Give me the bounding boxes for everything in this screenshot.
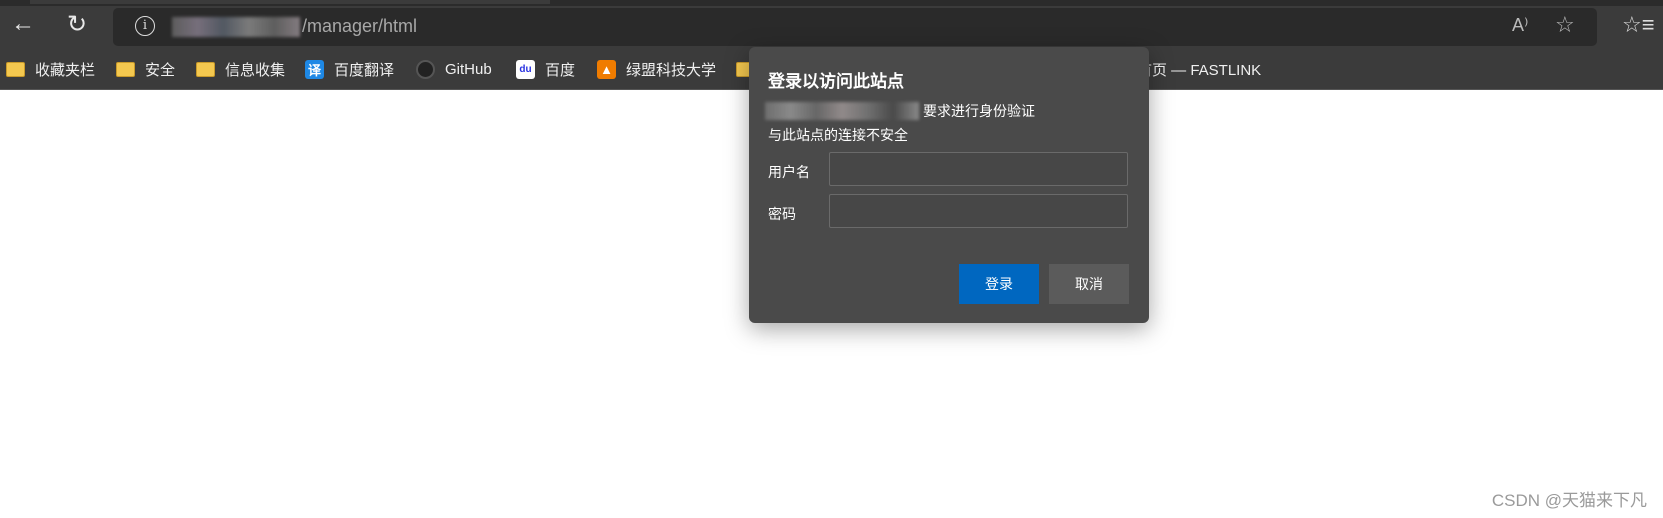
star-plus-icon[interactable]: ☆ xyxy=(1555,12,1575,38)
url-host-redacted xyxy=(172,17,300,37)
bookmark-label: 百度 xyxy=(545,61,576,79)
baidu-icon: du xyxy=(516,59,535,79)
username-input[interactable] xyxy=(829,152,1128,186)
bookmark-label: 绿盟科技大学 xyxy=(626,61,717,79)
baidu-translate-icon: 译 xyxy=(305,59,324,79)
cancel-button[interactable]: 取消 xyxy=(1049,264,1129,304)
bookmark-label: 信息收集 xyxy=(225,61,286,79)
bookmark-label: 安全 xyxy=(145,61,176,79)
folder-icon xyxy=(196,61,215,77)
refresh-icon[interactable]: ↻ xyxy=(62,13,92,37)
bookmark-label: 首页 — FASTLINK xyxy=(1137,61,1262,79)
watermark: CSDN @天猫来下凡 xyxy=(1491,491,1647,510)
dialog-title: 登录以访问此站点 xyxy=(768,72,904,91)
bookmark-label: GitHub xyxy=(445,60,492,78)
bookmark-item[interactable]: 信息收集 xyxy=(196,57,285,81)
bookmark-item[interactable]: 译百度翻译 xyxy=(305,57,394,81)
bookmark-label: 收藏夹栏 xyxy=(35,61,96,79)
info-icon[interactable]: i xyxy=(135,16,155,36)
active-tab[interactable] xyxy=(30,0,550,4)
username-label: 用户名 xyxy=(768,164,810,180)
login-button[interactable]: 登录 xyxy=(959,264,1039,304)
bookmark-item[interactable]: ▲ 绿盟科技大学 xyxy=(597,57,716,81)
bookmark-item[interactable]: du 百度 xyxy=(516,57,575,81)
host-redacted xyxy=(765,102,919,120)
insecure-connection-text: 与此站点的连接不安全 xyxy=(768,127,908,143)
arrow-left-icon[interactable]: ← xyxy=(8,12,38,36)
password-input[interactable] xyxy=(829,194,1128,228)
auth-required-text: 要求进行身份验证 xyxy=(923,103,1035,119)
tab-strip xyxy=(0,0,1663,6)
folder-icon xyxy=(116,61,135,77)
bookmark-label: 百度翻译 xyxy=(334,61,395,79)
read-aloud-icon[interactable]: A⁾ xyxy=(1512,15,1528,36)
favorites-icon[interactable]: ☆≡ xyxy=(1622,12,1655,38)
nsfocus-icon: ▲ xyxy=(597,59,616,79)
bookmark-item[interactable]: 收藏夹栏 xyxy=(6,57,95,81)
url-path[interactable]: /manager/html xyxy=(302,14,417,38)
http-auth-dialog: 登录以访问此站点 要求进行身份验证 与此站点的连接不安全 用户名 密码 登录 取… xyxy=(749,47,1149,323)
bookmark-item[interactable]: GitHub xyxy=(416,57,492,81)
password-label: 密码 xyxy=(768,206,796,222)
folder-icon xyxy=(6,61,25,77)
github-icon xyxy=(416,59,435,79)
bookmark-item[interactable]: 安全 xyxy=(116,57,175,81)
